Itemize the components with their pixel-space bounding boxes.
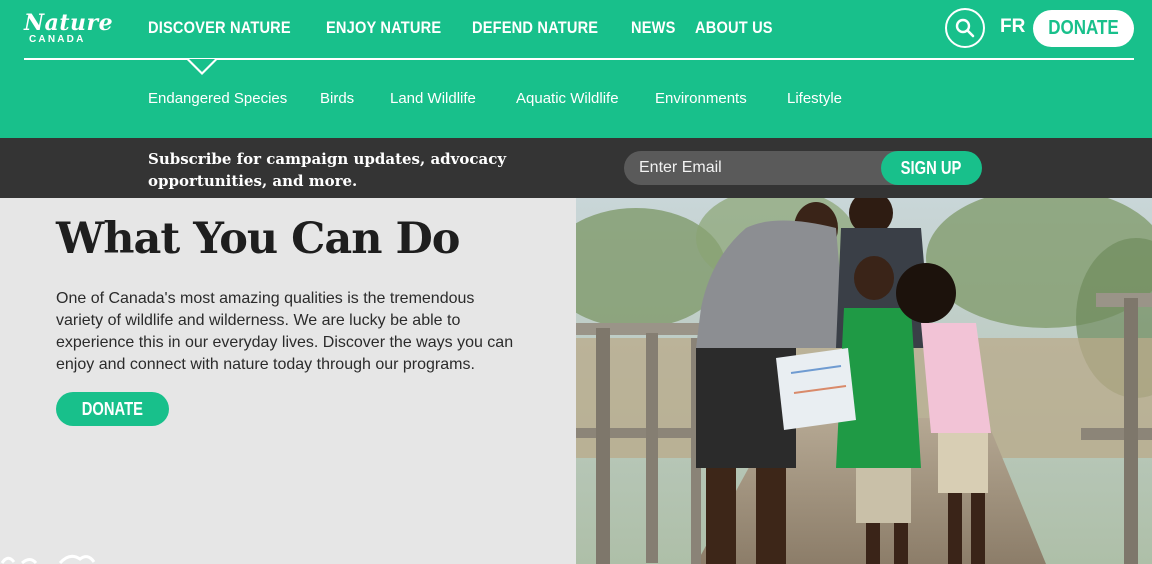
sign-up-label: SIGN UP (901, 157, 962, 178)
subnav-endangered-species[interactable]: Endangered Species (148, 90, 287, 107)
nav-discover-nature[interactable]: DISCOVER NATURE (148, 18, 291, 38)
site-header: Nature CANADA DISCOVER NATURE ENJOY NATU… (0, 0, 1152, 138)
clipped-script-decoration (0, 554, 96, 564)
donate-button-header-label: DONATE (1048, 17, 1119, 39)
photo-illustration (576, 198, 1152, 564)
page-heading: What You Can Do (56, 214, 460, 264)
sign-up-button[interactable]: SIGN UP (881, 151, 982, 185)
email-input[interactable] (624, 151, 924, 185)
logo-subtitle: CANADA (29, 34, 86, 45)
subnav-birds[interactable]: Birds (320, 90, 354, 107)
logo-script: Nature (24, 10, 114, 36)
nav-enjoy-nature[interactable]: ENJOY NATURE (326, 18, 441, 38)
subnav-lifestyle[interactable]: Lifestyle (787, 90, 842, 107)
nav-defend-nature[interactable]: DEFEND NATURE (472, 18, 598, 38)
nav-news[interactable]: NEWS (631, 18, 676, 38)
active-nav-indicator-fill (189, 59, 215, 72)
content-panel: What You Can Do One of Canada's most ama… (0, 198, 576, 564)
donate-button[interactable]: DONATE (56, 392, 169, 426)
subnav-aquatic-wildlife[interactable]: Aquatic Wildlife (516, 90, 619, 107)
intro-paragraph: One of Canada's most amazing qualities i… (56, 290, 514, 373)
subnav-environments[interactable]: Environments (655, 90, 747, 107)
language-toggle[interactable]: FR (1000, 16, 1025, 38)
donate-button-header[interactable]: DONATE (1033, 10, 1134, 47)
nature-canada-logo[interactable]: Nature CANADA (24, 10, 113, 48)
family-hiking-photo (576, 198, 1152, 564)
subscribe-text: Subscribe for campaign updates, advocacy… (148, 150, 507, 190)
search-icon (955, 18, 975, 38)
main-nav: DISCOVER NATURE ENJOY NATURE DEFEND NATU… (148, 18, 785, 38)
clipped-heading-fragment (56, 198, 186, 205)
search-button[interactable] (945, 8, 985, 48)
clipped-text-shape (56, 198, 186, 200)
nav-about-us[interactable]: ABOUT US (695, 18, 773, 38)
donate-button-label: DONATE (81, 398, 144, 419)
subnav-land-wildlife[interactable]: Land Wildlife (390, 90, 476, 107)
